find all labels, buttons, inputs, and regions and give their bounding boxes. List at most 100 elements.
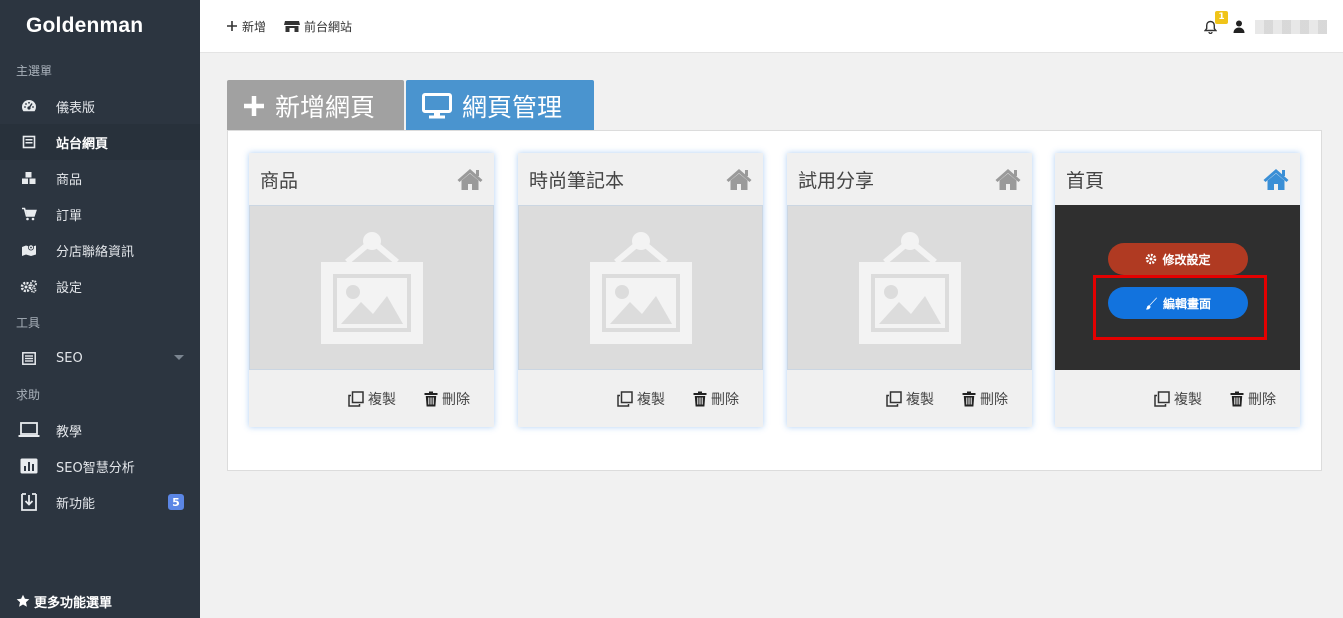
- sidebar-item-label: SEO智慧分析: [56, 460, 135, 476]
- delete-button[interactable]: 刪除: [1230, 389, 1276, 409]
- more-menu-button[interactable]: 更多功能選單: [0, 584, 200, 618]
- home-icon[interactable]: [994, 167, 1022, 191]
- sidebar-item-label: 商品: [56, 172, 83, 188]
- trash-icon: [424, 391, 438, 406]
- sidebar-item-label: 設定: [56, 280, 83, 296]
- card-footer: 複製 刪除: [787, 370, 1032, 427]
- dashboard-icon: [18, 97, 40, 115]
- top-bar: 新增 前台網站 1: [200, 0, 1343, 53]
- page-icon: [18, 133, 40, 151]
- gears-icon: [18, 277, 40, 295]
- copy-label: 複製: [368, 391, 396, 408]
- sidebar-item-label: 站台網頁: [56, 136, 109, 152]
- page-card: 時尚筆記本 複製 刪除: [518, 153, 763, 427]
- trash-icon: [1230, 391, 1244, 406]
- page-card: 試用分享 複製 刪除: [787, 153, 1032, 427]
- sidebar-item-dashboard[interactable]: 儀表版: [0, 88, 200, 124]
- edit-settings-button[interactable]: 修改設定: [1108, 243, 1248, 275]
- sidebar-item-label: 分店聯絡資訊: [56, 244, 135, 260]
- list-icon: [18, 349, 40, 367]
- delete-button[interactable]: 刪除: [962, 389, 1008, 409]
- store-icon: [284, 20, 301, 32]
- cart-icon: [18, 205, 40, 223]
- storefront-label: 前台網站: [304, 19, 353, 34]
- copy-button[interactable]: 複製: [617, 389, 665, 409]
- storefront-link[interactable]: 前台網站: [284, 18, 352, 35]
- tab-new-page[interactable]: 新增網頁: [227, 80, 404, 131]
- copy-label: 複製: [906, 391, 934, 408]
- sidebar-item-seo-analysis[interactable]: SEO智慧分析: [0, 448, 200, 484]
- sidebar-item-new-features[interactable]: 新功能 5: [0, 484, 200, 520]
- gear-icon: [1146, 253, 1157, 265]
- copy-label: 複製: [1174, 391, 1202, 408]
- page-card-home: 首頁 修改設定 編輯畫面 複製 刪除: [1055, 153, 1300, 427]
- map-icon: [18, 241, 40, 259]
- edit-settings-label: 修改設定: [1162, 252, 1211, 267]
- page-thumbnail[interactable]: [787, 205, 1032, 370]
- copy-icon: [617, 390, 633, 407]
- top-bar-right: 1: [1204, 0, 1327, 53]
- delete-button[interactable]: 刪除: [693, 389, 739, 409]
- copy-button[interactable]: 複製: [1154, 389, 1202, 409]
- delete-button[interactable]: 刪除: [424, 389, 470, 409]
- sidebar: Goldenman 主選單 儀表版 站台網頁 商品 訂單 分店聯絡資訊 設定 工…: [0, 0, 200, 618]
- notifications-button[interactable]: 1: [1204, 10, 1228, 34]
- home-icon[interactable]: [725, 167, 753, 191]
- copy-button[interactable]: 複製: [886, 389, 934, 409]
- home-icon-active[interactable]: [1262, 167, 1290, 191]
- sidebar-item-tutorial[interactable]: 教學: [0, 412, 200, 448]
- copy-icon: [348, 390, 364, 407]
- plus-icon: [244, 95, 264, 116]
- card-title: 首頁: [1066, 169, 1105, 192]
- sidebar-item-seo[interactable]: SEO: [0, 340, 200, 376]
- page-tabs: 新增網頁 網頁管理: [227, 80, 596, 131]
- delete-label: 刪除: [1248, 391, 1276, 408]
- tab-new-page-label: 新增網頁: [275, 92, 376, 122]
- sidebar-item-label: SEO: [56, 350, 83, 366]
- user-icon[interactable]: [1233, 20, 1245, 33]
- card-footer: 複製 刪除: [249, 370, 494, 427]
- page-thumbnail[interactable]: [518, 205, 763, 370]
- notification-badge: 1: [1215, 10, 1228, 24]
- add-new-label: 新增: [242, 19, 267, 34]
- page-thumbnail[interactable]: [249, 205, 494, 370]
- page-thumbnail-overlay: 修改設定 編輯畫面: [1055, 205, 1300, 370]
- star-icon: [16, 594, 30, 608]
- card-header: 時尚筆記本: [518, 153, 763, 205]
- cubes-icon: [18, 169, 40, 187]
- delete-label: 刪除: [980, 391, 1008, 408]
- monitor-icon: [422, 92, 452, 118]
- bar-chart-icon: [18, 457, 40, 475]
- chevron-down-icon: [174, 355, 184, 360]
- laptop-icon: [18, 421, 40, 439]
- plus-icon: [227, 21, 237, 31]
- image-placeholder-icon: [320, 231, 423, 344]
- section-tools: 工具: [16, 315, 41, 330]
- section-help: 求助: [16, 387, 41, 402]
- delete-label: 刪除: [442, 391, 470, 408]
- sidebar-item-orders[interactable]: 訂單: [0, 196, 200, 232]
- trash-icon: [693, 391, 707, 406]
- user-name-redacted[interactable]: [1255, 19, 1327, 34]
- section-main-menu: 主選單: [16, 63, 53, 78]
- card-title: 時尚筆記本: [529, 169, 625, 192]
- sidebar-item-products[interactable]: 商品: [0, 160, 200, 196]
- add-new-link[interactable]: 新增: [226, 18, 266, 35]
- image-placeholder-icon: [589, 231, 692, 344]
- tab-manage-pages[interactable]: 網頁管理: [406, 80, 594, 131]
- copy-button[interactable]: 複製: [348, 389, 396, 409]
- home-icon[interactable]: [456, 167, 484, 191]
- sidebar-item-branch-contacts[interactable]: 分店聯絡資訊: [0, 232, 200, 268]
- download-icon: [18, 493, 40, 511]
- sidebar-item-site-pages[interactable]: 站台網頁: [0, 124, 200, 160]
- trash-icon: [962, 391, 976, 406]
- more-menu-label: 更多功能選單: [34, 595, 113, 611]
- brand-logo[interactable]: Goldenman: [0, 0, 200, 52]
- delete-label: 刪除: [711, 391, 739, 408]
- sidebar-item-label: 新功能: [56, 496, 96, 512]
- sidebar-item-label: 儀表版: [56, 100, 96, 116]
- sidebar-item-settings[interactable]: 設定: [0, 268, 200, 304]
- card-header: 首頁: [1055, 153, 1300, 205]
- edit-screen-button[interactable]: 編輯畫面: [1108, 287, 1248, 319]
- paintbrush-icon: [1145, 297, 1157, 310]
